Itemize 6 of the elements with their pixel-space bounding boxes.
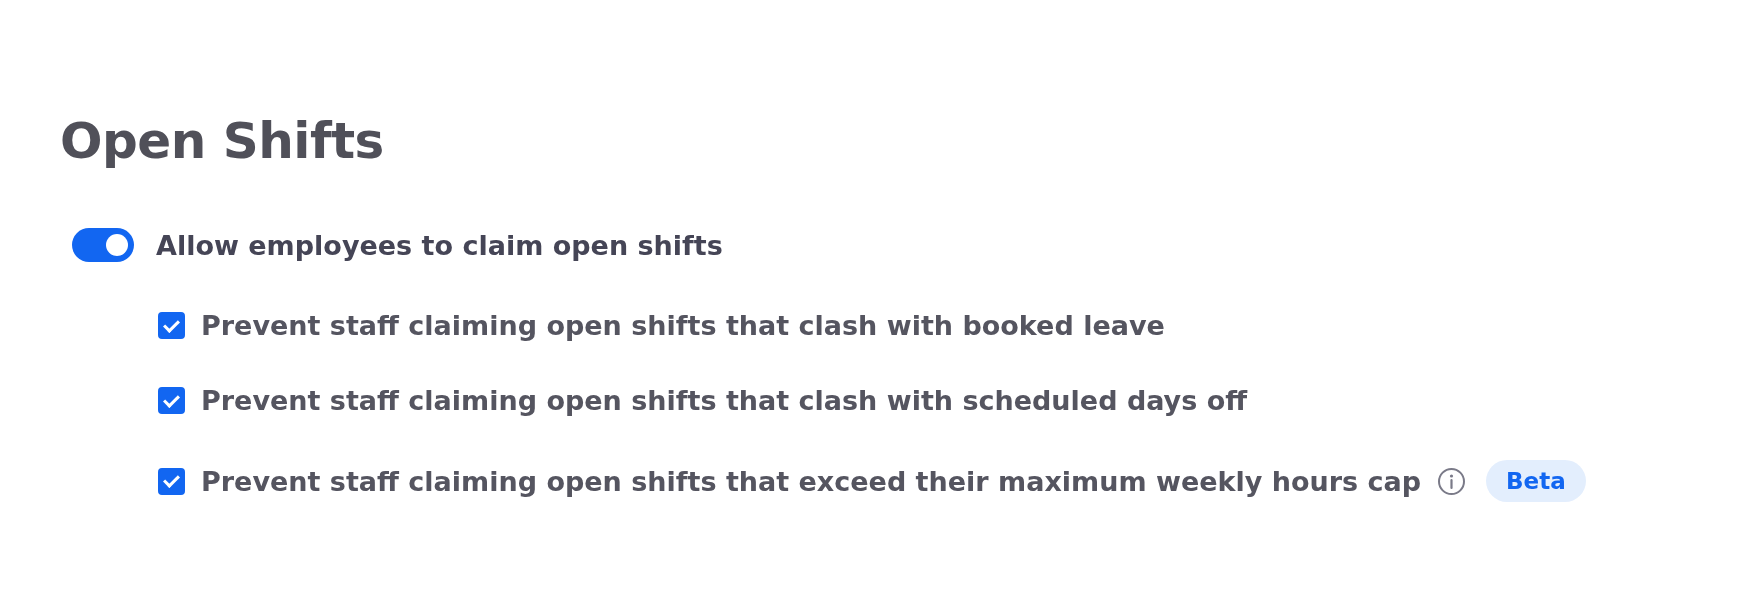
toggle-label: Allow employees to claim open shifts (156, 229, 723, 261)
option-label: Prevent staff claiming open shifts that clash with scheduled days off (201, 385, 1248, 416)
option-label: Prevent staff claiming open shifts that clash with booked leave (201, 310, 1165, 341)
option-label: Prevent staff claiming open shifts that exceed their maximum weekly hours cap (201, 465, 1422, 497)
beta-badge: Beta (1486, 460, 1586, 502)
section-title: Open Shifts (60, 112, 385, 170)
